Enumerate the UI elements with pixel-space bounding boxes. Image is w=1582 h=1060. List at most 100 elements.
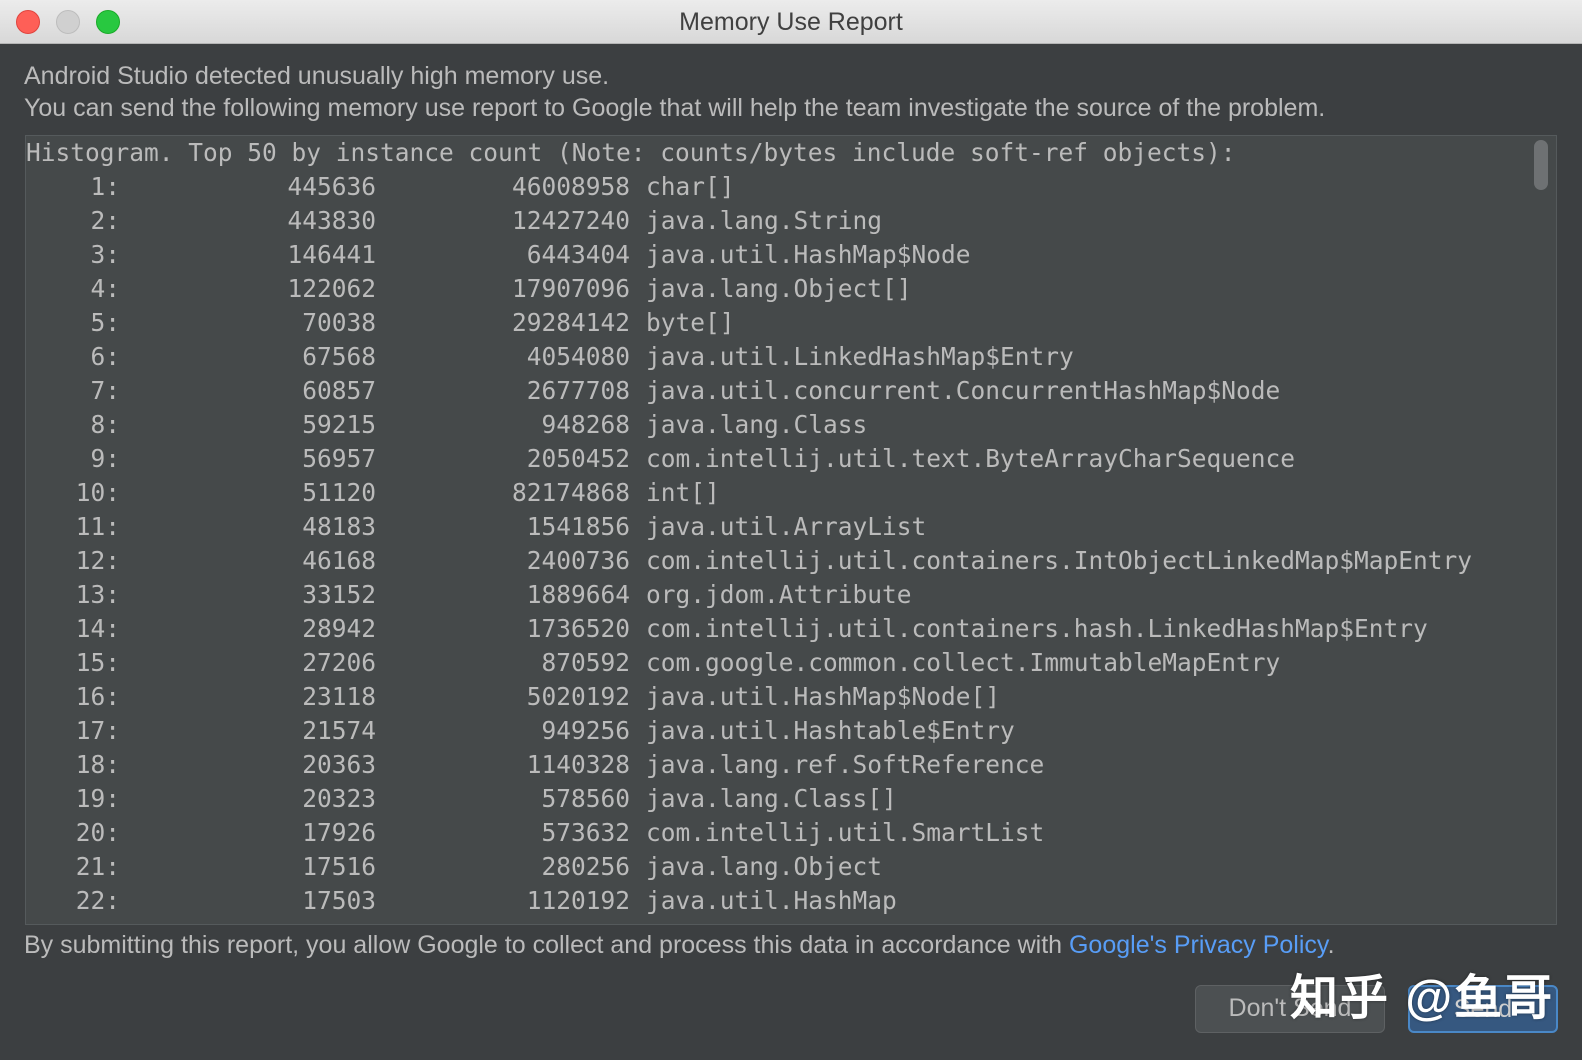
row-index: 10: [75, 478, 120, 507]
row-class-name: java.util.LinkedHashMap$Entry [646, 342, 1074, 371]
row-instance-count: 17516 [302, 852, 376, 881]
row-index: 15: [75, 648, 120, 677]
row-index: 21: [75, 852, 120, 881]
window-title: Memory Use Report [679, 8, 903, 36]
row-index: 11: [75, 512, 120, 541]
histogram-row: 14: 28942 1736520 com.intellij.util.contain… [26, 612, 1472, 646]
histogram-row: 10: 51120 82174868 int[] [26, 476, 1472, 510]
intro-message: Android Studio detected unusually high m… [24, 60, 1554, 124]
histogram-row: 11: 48183 1541856 java.util.ArrayList [26, 510, 1472, 544]
row-class-name: java.util.ArrayList [646, 512, 927, 541]
histogram-row: 22: 17503 1120192 java.util.HashMap [26, 884, 1472, 918]
row-class-name: byte[] [646, 308, 735, 337]
intro-line-2: You can send the following memory use re… [24, 94, 1326, 122]
row-index: 19: [75, 784, 120, 813]
row-class-name: java.util.HashMap$Node [646, 240, 971, 269]
histogram-row: 18: 20363 1140328 java.lang.ref.SoftReferen… [26, 748, 1472, 782]
row-bytes: 573632 [541, 818, 630, 847]
row-index: 9: [90, 444, 120, 473]
row-class-name: char[] [646, 172, 735, 201]
row-class-name: java.util.HashMap [646, 886, 897, 915]
row-instance-count: 27206 [302, 648, 376, 677]
histogram-row: 16: 23118 5020192 java.util.HashMap$Node[] [26, 680, 1472, 714]
row-index: 5: [90, 308, 120, 337]
row-bytes: 870592 [541, 648, 630, 677]
histogram-row: 2: 443830 12427240 java.lang.String [26, 204, 1472, 238]
row-index: 3: [90, 240, 120, 269]
row-instance-count: 146441 [287, 240, 376, 269]
row-index: 18: [75, 750, 120, 779]
row-instance-count: 445636 [287, 172, 376, 201]
row-class-name: com.intellij.util.SmartList [646, 818, 1045, 847]
row-index: 2: [90, 206, 120, 235]
row-index: 14: [75, 614, 120, 643]
row-index: 6: [90, 342, 120, 371]
send-button[interactable]: Send [1408, 985, 1558, 1033]
row-class-name: java.util.Hashtable$Entry [646, 716, 1015, 745]
row-instance-count: 56957 [302, 444, 376, 473]
row-class-name: java.lang.Object[] [646, 274, 912, 303]
row-index: 1: [90, 172, 120, 201]
row-class-name: org.jdom.Attribute [646, 580, 912, 609]
dont-send-button[interactable]: Don't Send [1195, 985, 1385, 1033]
row-bytes: 17907096 [511, 274, 630, 303]
histogram-row: 7: 60857 2677708 java.util.concurrent.Concu… [26, 374, 1472, 408]
row-class-name: java.lang.Class [646, 410, 868, 439]
row-instance-count: 48183 [302, 512, 376, 541]
row-instance-count: 122062 [287, 274, 376, 303]
row-bytes: 578560 [541, 784, 630, 813]
row-instance-count: 46168 [302, 546, 376, 575]
row-class-name: com.intellij.util.containers.hash.Linked… [646, 614, 1428, 643]
row-instance-count: 60857 [302, 376, 376, 405]
row-instance-count: 70038 [302, 308, 376, 337]
histogram-row: 19: 20323 578560 java.lang.Class[] [26, 782, 1472, 816]
row-bytes: 949256 [541, 716, 630, 745]
row-instance-count: 21574 [302, 716, 376, 745]
histogram-row: 1: 445636 46008958 char[] [26, 170, 1472, 204]
histogram-row: 12: 46168 2400736 com.intellij.util.contain… [26, 544, 1472, 578]
histogram-row: 9: 56957 2050452 com.intellij.util.text.Byt… [26, 442, 1472, 476]
row-instance-count: 28942 [302, 614, 376, 643]
row-bytes: 2400736 [526, 546, 630, 575]
row-class-name: java.util.concurrent.ConcurrentHashMap$N… [646, 376, 1281, 405]
report-text-area[interactable]: Histogram. Top 50 by instance count (Not… [25, 135, 1557, 925]
privacy-notice-period: . [1327, 931, 1335, 959]
row-bytes: 2677708 [526, 376, 630, 405]
row-index: 8: [90, 410, 120, 439]
histogram-row: 8: 59215 948268 java.lang.Class [26, 408, 1472, 442]
row-index: 13: [75, 580, 120, 609]
row-index: 17: [75, 716, 120, 745]
histogram-header: Histogram. Top 50 by instance count (Not… [26, 138, 1236, 167]
privacy-policy-link[interactable]: Google's Privacy Policy [1069, 931, 1328, 959]
row-index: 22: [75, 886, 120, 915]
histogram-rows: 1: 445636 46008958 char[] 2: 443830 12427240 ja… [26, 170, 1472, 918]
row-bytes: 4054080 [526, 342, 630, 371]
row-instance-count: 67568 [302, 342, 376, 371]
histogram-row: 13: 33152 1889664 org.jdom.Attribute [26, 578, 1472, 612]
row-instance-count: 59215 [302, 410, 376, 439]
row-class-name: java.lang.ref.SoftReference [646, 750, 1045, 779]
row-instance-count: 17503 [302, 886, 376, 915]
row-instance-count: 23118 [302, 682, 376, 711]
row-bytes: 280256 [541, 852, 630, 881]
row-bytes: 1736520 [526, 614, 630, 643]
row-class-name: com.intellij.util.text.ByteArrayCharSequ… [646, 444, 1296, 473]
report-scrollbar[interactable] [1534, 140, 1548, 190]
histogram-row: 20: 17926 573632 com.intellij.util.SmartLis… [26, 816, 1472, 850]
row-bytes: 82174868 [511, 478, 630, 507]
row-instance-count: 51120 [302, 478, 376, 507]
privacy-notice-text: By submitting this report, you allow Goo… [24, 931, 1069, 959]
row-bytes: 46008958 [511, 172, 630, 201]
row-index: 12: [75, 546, 120, 575]
row-class-name: java.lang.String [646, 206, 883, 235]
row-instance-count: 443830 [287, 206, 376, 235]
histogram-row: 15: 27206 870592 com.google.common.collect.… [26, 646, 1472, 680]
row-class-name: com.google.common.collect.ImmutableMapEn… [646, 648, 1281, 677]
row-index: 4: [90, 274, 120, 303]
row-index: 7: [90, 376, 120, 405]
histogram-row: 17: 21574 949256 java.util.Hashtable$Entry [26, 714, 1472, 748]
row-instance-count: 20363 [302, 750, 376, 779]
histogram-row: 4: 122062 17907096 java.lang.Object[] [26, 272, 1472, 306]
intro-line-1: Android Studio detected unusually high m… [24, 62, 610, 90]
row-class-name: com.intellij.util.containers.IntObjectLi… [646, 546, 1473, 575]
